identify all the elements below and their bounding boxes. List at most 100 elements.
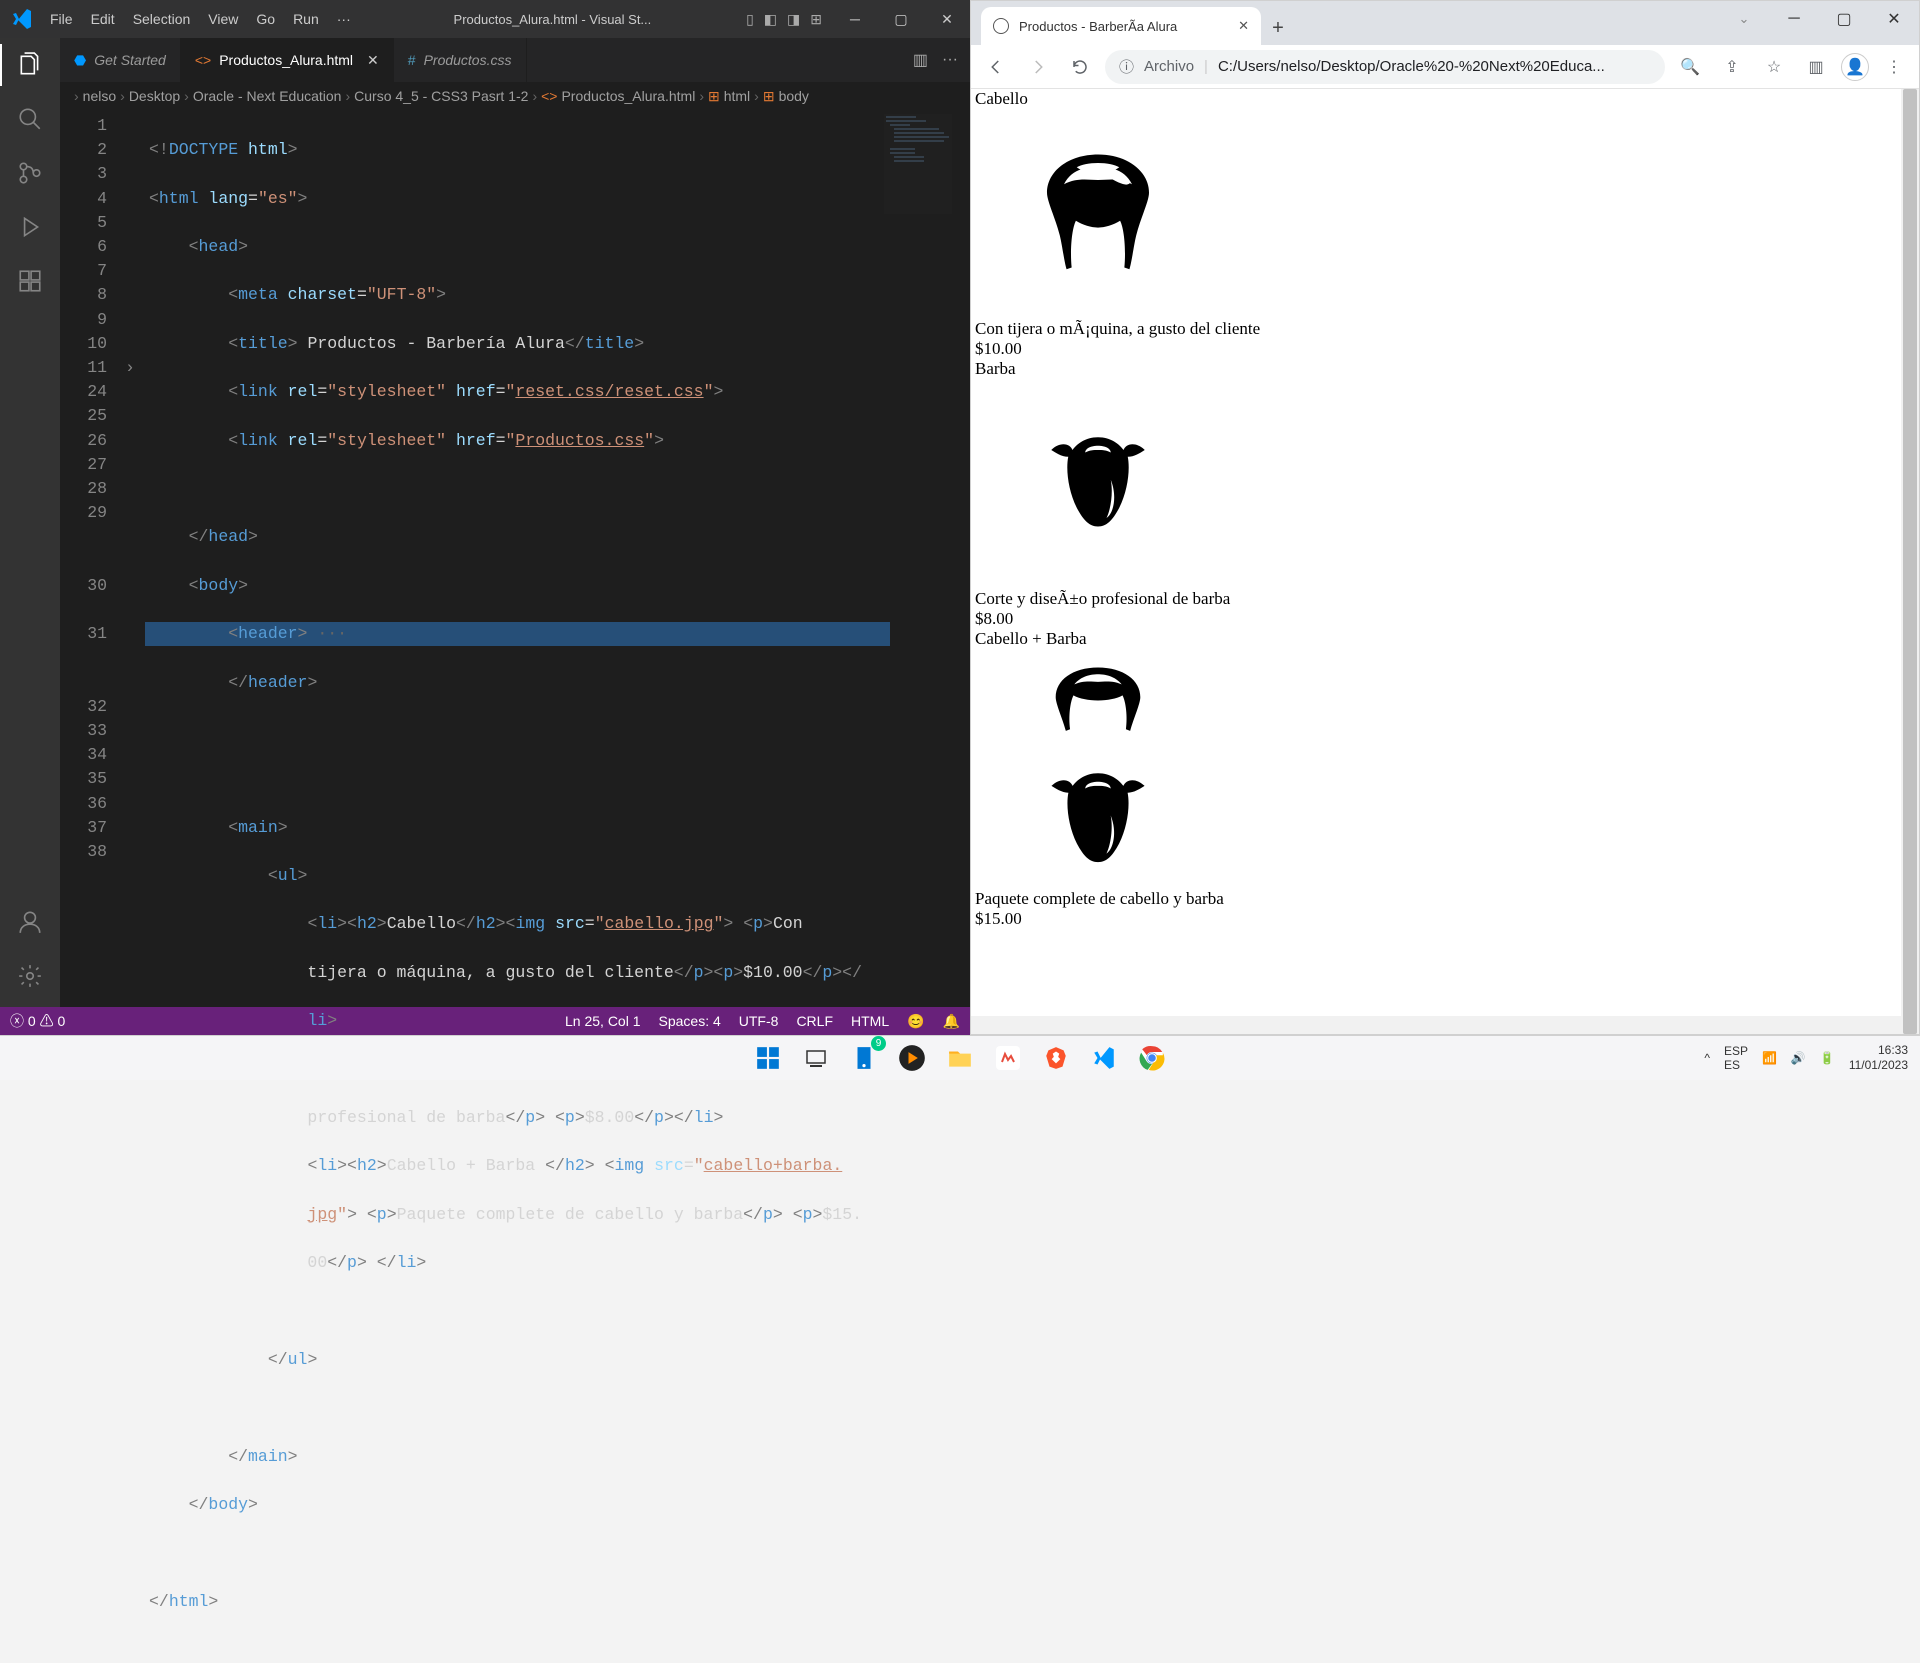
extensions-icon[interactable] <box>15 266 45 296</box>
phone-link-icon[interactable]: 9 <box>846 1040 882 1076</box>
crumb[interactable]: Oracle - Next Education <box>193 88 342 104</box>
start-button[interactable] <box>750 1040 786 1076</box>
menu-file[interactable]: File <box>42 7 81 31</box>
window-title: Productos_Alura.html - Visual St... <box>359 12 746 27</box>
search-icon[interactable] <box>15 104 45 134</box>
price-cabello: $10.00 <box>975 339 1915 359</box>
share-icon[interactable]: ⇪ <box>1715 50 1749 84</box>
brave-icon[interactable] <box>1038 1040 1074 1076</box>
layout-sidebar-icon[interactable]: ◧ <box>764 11 777 28</box>
volume-icon[interactable]: 🔊 <box>1791 1051 1806 1065</box>
file-explorer-icon[interactable] <box>942 1040 978 1076</box>
browser-tab[interactable]: Productos - BarberÃ­a Alura ✕ <box>981 7 1261 45</box>
forward-button[interactable] <box>1021 50 1055 84</box>
maximize-button[interactable]: ▢ <box>1819 1 1869 37</box>
tab-label: Get Started <box>94 52 166 68</box>
minimap[interactable] <box>884 114 952 214</box>
code-content[interactable]: <!DOCTYPE html> <html lang="es"> <head> … <box>145 110 970 1007</box>
hair-beard-image <box>1003 659 1193 879</box>
tabs-actions: ▥ ··· <box>913 38 970 82</box>
battery-icon[interactable]: 🔋 <box>1820 1051 1835 1065</box>
more-actions-icon[interactable]: ··· <box>942 51 958 69</box>
info-icon[interactable]: ⓘ <box>1119 56 1134 77</box>
tab-close-icon[interactable]: ✕ <box>367 52 379 69</box>
layout-grid-icon[interactable]: ⊞ <box>810 11 822 28</box>
crumb[interactable]: Curso 4_5 - CSS3 Pasrt 1-2 <box>354 88 528 104</box>
menu-selection[interactable]: Selection <box>125 7 199 31</box>
windows-taskbar: 9 ^ ESPES 📶 🔊 🔋 16:3311/01/2023 <box>0 1035 1920 1080</box>
account-icon[interactable] <box>15 907 45 937</box>
desc-cabello: Con tijera o mÃ¡quina, a gusto del clien… <box>975 319 1915 339</box>
app-icon[interactable] <box>990 1040 1026 1076</box>
code-editor[interactable]: 1234567891011242526272829 30 31 32333435… <box>60 110 970 1007</box>
sidepanel-icon[interactable]: ▥ <box>1799 50 1833 84</box>
heading-barba: Barba <box>975 359 1915 379</box>
address-bar[interactable]: ⓘ Archivo | C:/Users/nelso/Desktop/Oracl… <box>1105 50 1665 84</box>
breadcrumb[interactable]: ›nelso ›Desktop ›Oracle - Next Education… <box>60 82 970 110</box>
chevron-down-icon[interactable]: ⌄ <box>1719 1 1769 37</box>
menu-icon[interactable]: ⋮ <box>1877 50 1911 84</box>
tab-close-icon[interactable]: ✕ <box>1238 18 1249 34</box>
menu-more[interactable]: ··· <box>329 7 359 31</box>
minimize-button[interactable]: ─ <box>832 0 878 38</box>
menu-go[interactable]: Go <box>248 7 283 31</box>
tab-productos-html[interactable]: <>Productos_Alura.html✕ <box>181 38 394 82</box>
back-button[interactable] <box>979 50 1013 84</box>
vscode-body: ⬣Get Started <>Productos_Alura.html✕ #Pr… <box>0 38 970 1007</box>
crumb[interactable]: nelso <box>83 88 116 104</box>
close-button[interactable]: ✕ <box>1869 1 1919 37</box>
tab-label: Productos.css <box>424 52 512 68</box>
hair-image <box>1003 119 1193 309</box>
reload-button[interactable] <box>1063 50 1097 84</box>
window-controls: ─ ▢ ✕ <box>832 0 970 38</box>
menu-run[interactable]: Run <box>285 7 327 31</box>
crumb[interactable]: Desktop <box>129 88 180 104</box>
vscode-taskbar-icon[interactable] <box>1086 1040 1122 1076</box>
bookmark-icon[interactable]: ☆ <box>1757 50 1791 84</box>
fold-chevron-icon[interactable]: › <box>125 356 145 380</box>
tab-get-started[interactable]: ⬣Get Started <box>60 38 181 82</box>
crumb[interactable]: body <box>779 88 809 104</box>
menu-edit[interactable]: Edit <box>83 7 123 31</box>
explorer-icon[interactable] <box>15 50 45 80</box>
activity-bar <box>0 38 60 1007</box>
chrome-toolbar: ⓘ Archivo | C:/Users/nelso/Desktop/Oracl… <box>971 45 1919 89</box>
media-player-icon[interactable] <box>894 1040 930 1076</box>
tab-productos-css[interactable]: #Productos.css <box>394 38 527 82</box>
close-button[interactable]: ✕ <box>924 0 970 38</box>
fold-column: › <box>125 110 145 1007</box>
settings-icon[interactable] <box>15 961 45 991</box>
layout-panel-icon[interactable]: ▯ <box>746 11 754 28</box>
editor-tabs: ⬣Get Started <>Productos_Alura.html✕ #Pr… <box>60 38 970 82</box>
globe-icon <box>993 18 1009 34</box>
chrome-window: Productos - BarberÃ­a Alura ✕ + ⌄ ─ ▢ ✕ … <box>970 0 1920 1035</box>
clock[interactable]: 16:3311/01/2023 <box>1849 1043 1908 1073</box>
vscode-menu: File Edit Selection View Go Run ··· <box>42 7 359 31</box>
zoom-icon[interactable]: 🔍 <box>1673 50 1707 84</box>
debug-icon[interactable] <box>15 212 45 242</box>
wifi-icon[interactable]: 📶 <box>1762 1051 1777 1065</box>
line-numbers: 1234567891011242526272829 30 31 32333435… <box>60 110 125 1007</box>
language-indicator[interactable]: ESPES <box>1724 1044 1748 1072</box>
vscode-logo-icon <box>10 7 34 31</box>
url-text: C:/Users/nelso/Desktop/Oracle%20-%20Next… <box>1218 58 1605 75</box>
task-view-icon[interactable] <box>798 1040 834 1076</box>
maximize-button[interactable]: ▢ <box>878 0 924 38</box>
horizontal-scrollbar[interactable] <box>971 1016 1901 1034</box>
taskbar-center: 9 <box>750 1040 1170 1076</box>
vscode-titlebar: File Edit Selection View Go Run ··· Prod… <box>0 0 970 38</box>
profile-icon[interactable]: 👤 <box>1841 53 1869 81</box>
price-combo: $15.00 <box>975 909 1915 929</box>
new-tab-button[interactable]: + <box>1261 11 1295 45</box>
scm-icon[interactable] <box>15 158 45 188</box>
minimize-button[interactable]: ─ <box>1769 1 1819 37</box>
menu-view[interactable]: View <box>200 7 246 31</box>
status-problems[interactable]: ⓧ 0 ⚠ 0 <box>10 1011 65 1031</box>
crumb[interactable]: html <box>724 88 750 104</box>
crumb[interactable]: Productos_Alura.html <box>561 88 695 104</box>
chrome-taskbar-icon[interactable] <box>1134 1040 1170 1076</box>
split-editor-icon[interactable]: ▥ <box>913 50 928 70</box>
tray-chevron-icon[interactable]: ^ <box>1704 1051 1710 1065</box>
vertical-scrollbar[interactable] <box>1901 89 1919 1034</box>
layout-sideright-icon[interactable]: ◨ <box>787 11 800 28</box>
